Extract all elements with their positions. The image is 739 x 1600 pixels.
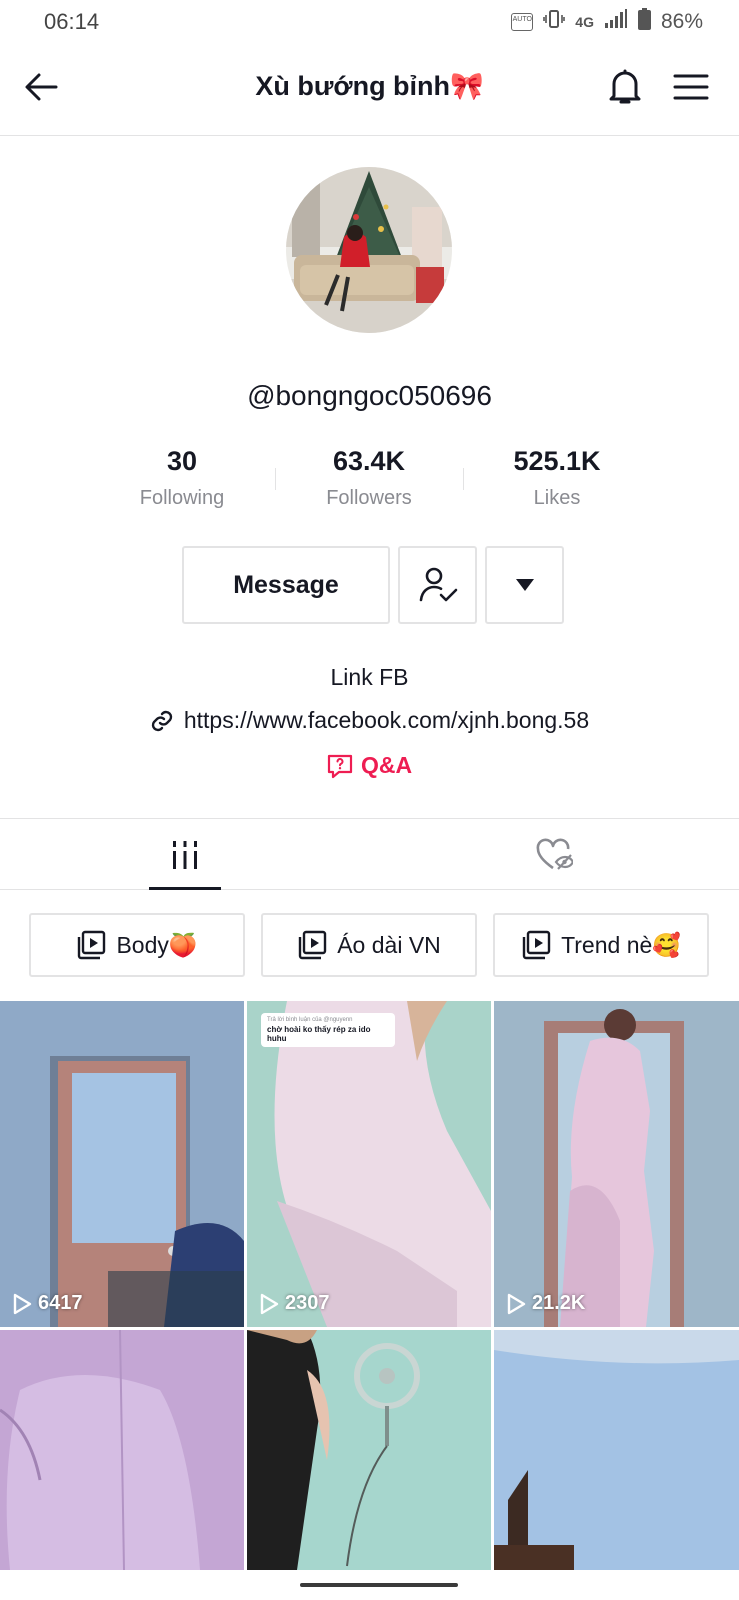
video-thumbnail-image [0, 1330, 244, 1570]
stat-divider [275, 468, 276, 490]
status-icons: AUTO 4G 86% [511, 8, 703, 36]
view-count: 21.2K [506, 1292, 585, 1315]
view-count-text: 21.2K [532, 1292, 586, 1314]
playlist-label: Trend nè🥰 [561, 931, 681, 958]
playlist-chip[interactable]: Trend nè🥰 [493, 913, 709, 977]
video-thumbnail[interactable] [0, 1330, 244, 1570]
menu-button[interactable] [670, 66, 712, 108]
network-4g-icon: 4G [575, 14, 594, 30]
video-thumbnail[interactable] [247, 1330, 491, 1570]
status-bar: 06:14 AUTO 4G 86% [0, 0, 739, 46]
playlist-icon [299, 930, 327, 960]
hamburger-menu-icon [673, 74, 709, 100]
video-thumbnail-image [247, 1330, 491, 1570]
tab-liked-hidden[interactable] [369, 819, 738, 890]
grid-icon [172, 840, 197, 869]
home-indicator[interactable] [300, 1583, 458, 1587]
play-outline-icon [13, 1293, 32, 1314]
view-count: 6417 [12, 1292, 83, 1315]
reply-comment-text: chờ hoài ko thấy rép za ido huhu [267, 1025, 371, 1043]
playlist-chip[interactable]: Áo dài VN [261, 913, 477, 977]
vibrate-icon [543, 9, 566, 35]
content-tabs [0, 818, 739, 890]
message-button[interactable]: Message [182, 546, 390, 624]
qa-link[interactable]: Q&A [0, 752, 739, 779]
qa-icon [327, 754, 353, 778]
video-thumbnail[interactable] [494, 1330, 739, 1570]
likes-label: Likes [533, 487, 581, 509]
user-check-icon [419, 567, 457, 602]
playlist-icon [522, 930, 551, 960]
followers-count: 63.4K [332, 446, 406, 476]
play-outline-icon [260, 1293, 279, 1314]
playlist-icon [78, 930, 106, 960]
stat-following[interactable]: 30 Following [92, 446, 272, 510]
username: @bongngoc050696 [247, 380, 492, 411]
tab-videos[interactable] [0, 819, 369, 890]
battery-percent: 86% [660, 10, 703, 33]
view-count: 2307 [259, 1292, 330, 1315]
following-label: Following [139, 487, 225, 509]
play-outline-icon [507, 1293, 526, 1314]
stat-followers[interactable]: 63.4K Followers [279, 446, 459, 510]
video-thumbnail-image [247, 1001, 491, 1327]
status-time: 06:14 [44, 9, 100, 34]
playlist-label: Body🍑 [116, 931, 198, 958]
profile-link-text: https://www.facebook.com/xjnh.bong.58 [183, 707, 590, 733]
reply-comment-header: Trả lời bình luận của @nguyenn [267, 1017, 353, 1023]
video-thumbnail-image [494, 1330, 739, 1570]
signal-icon [604, 9, 628, 35]
likes-count: 525.1K [513, 446, 601, 476]
stat-likes[interactable]: 525.1K Likes [467, 446, 647, 510]
bell-icon [609, 69, 641, 104]
notification-bell-button[interactable] [604, 66, 646, 108]
profile-header: Xù bướng bỉnh🎀 [0, 46, 739, 136]
profile-avatar[interactable] [286, 167, 452, 333]
heart-hidden-icon [536, 838, 573, 870]
avatar-image [286, 167, 452, 333]
video-thumbnail[interactable]: Trả lời bình luận của @nguyenn chờ hoài … [247, 1001, 491, 1327]
auto-brightness-icon: AUTO [511, 13, 534, 31]
link-icon [151, 710, 173, 731]
reply-comment-card: Trả lời bình luận của @nguyenn chờ hoài … [261, 1013, 395, 1047]
following-count: 30 [166, 446, 198, 476]
followers-label: Followers [326, 487, 412, 509]
qa-label: Q&A [360, 752, 413, 778]
profile-link[interactable]: https://www.facebook.com/xjnh.bong.58 [0, 707, 739, 734]
playlist-chip[interactable]: Body🍑 [29, 913, 245, 977]
suggested-accounts-button[interactable] [485, 546, 564, 624]
playlist-label: Áo dài VN [337, 931, 441, 958]
video-thumbnail[interactable]: 6417 [0, 1001, 244, 1327]
view-count-text: 6417 [38, 1292, 83, 1314]
battery-icon [637, 8, 651, 36]
video-thumbnail[interactable]: 21.2K [494, 1001, 739, 1327]
following-status-button[interactable] [398, 546, 477, 624]
stat-divider [463, 468, 464, 490]
bio-text: Link FB [330, 664, 409, 690]
video-thumbnail-image [0, 1001, 244, 1327]
caret-down-icon [515, 579, 534, 591]
view-count-text: 2307 [285, 1292, 330, 1314]
video-thumbnail-image [494, 1001, 739, 1327]
active-tab-indicator [149, 887, 221, 890]
